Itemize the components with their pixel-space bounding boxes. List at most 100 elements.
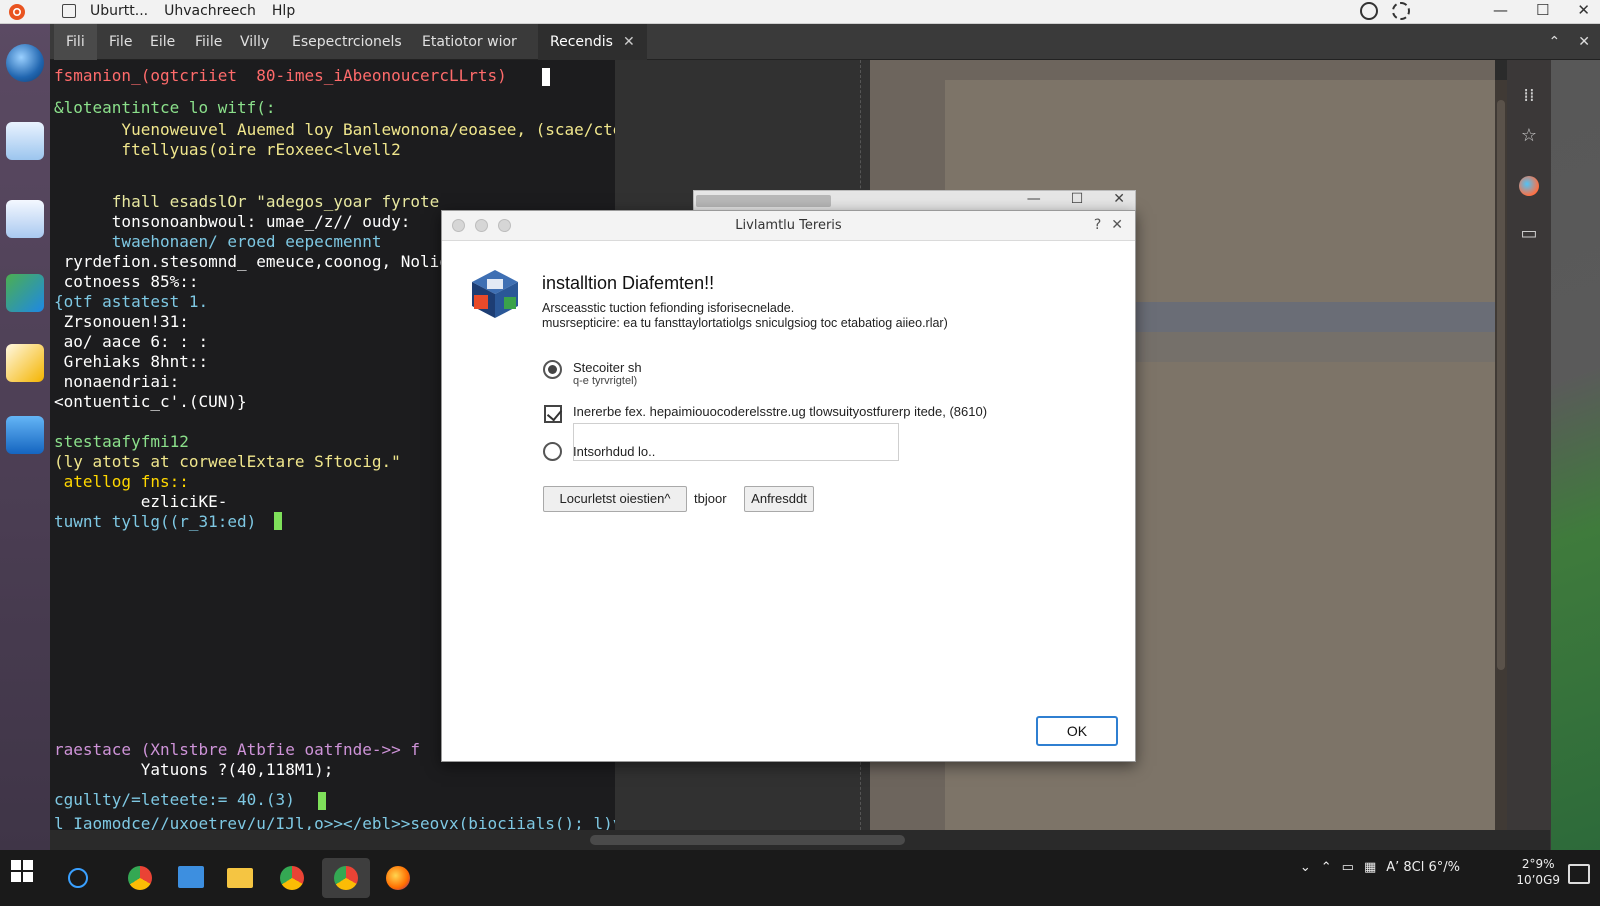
scroll-thumb[interactable] xyxy=(590,835,905,845)
tab-label: File xyxy=(109,34,133,50)
tab-eile[interactable]: Eile xyxy=(138,24,187,60)
taskbar-search-icon[interactable] xyxy=(58,858,98,898)
terminal-line: twaehonaen/ eroed eepecmennt xyxy=(54,232,382,251)
preview-scrollbar[interactable] xyxy=(1495,80,1507,830)
tab-label: Recendis xyxy=(550,34,613,50)
maximize-icon[interactable]: ☐ xyxy=(1536,1,1549,19)
terminal-line: cotnoess 85%:: xyxy=(54,272,199,291)
minimize-icon[interactable]: — xyxy=(1027,191,1041,207)
option2-checkbox[interactable] xyxy=(544,405,562,423)
ok-button[interactable]: OK xyxy=(1036,716,1118,746)
taskbar-chrome-icon[interactable] xyxy=(120,858,160,898)
terminal-line: tuwnt tyllg((r_31:ed) xyxy=(54,512,257,531)
terminal-cursor xyxy=(542,68,550,86)
minimize-icon[interactable]: — xyxy=(1493,1,1508,19)
taskbar-firefox-icon[interactable] xyxy=(378,858,418,898)
option1-label: Stecoiter sh xyxy=(573,360,642,375)
maximize-icon[interactable]: ☐ xyxy=(1071,191,1084,207)
progress-placeholder xyxy=(696,195,831,207)
launcher-store-icon[interactable] xyxy=(6,416,44,454)
tab-villy[interactable]: Villy xyxy=(228,24,281,60)
chevron-up-icon[interactable]: ⌃ xyxy=(1321,860,1332,875)
dialog-heading: installtion Diafemten!! xyxy=(542,273,715,293)
option3-radio[interactable] xyxy=(543,442,562,461)
desktop-edge xyxy=(1551,60,1600,850)
taskbar-chrome2-icon[interactable] xyxy=(272,858,312,898)
right-toolbar: ⁞⁞ ☆ ▭ xyxy=(1507,60,1551,850)
tab-etatiotor[interactable]: Etatiotor wior xyxy=(410,24,529,60)
dialog-title: Livlamtlu Tereris xyxy=(735,218,842,233)
terminal-cursor xyxy=(318,792,326,810)
option1-radio[interactable] xyxy=(543,360,562,379)
terminal-line: Zrsonouen!31: xyxy=(54,312,189,331)
taskbar-folder-icon[interactable] xyxy=(220,858,260,898)
chevron-down-icon[interactable]: ⌄ xyxy=(1300,860,1311,875)
terminal-line: Grehiaks 8hnt:: xyxy=(54,352,209,371)
terminal-line: {otf astatest 1. xyxy=(54,292,209,311)
sync-tray-icon[interactable] xyxy=(1392,2,1410,20)
star-icon[interactable]: ☆ xyxy=(1519,126,1539,146)
terminal-line: tonsonoanbwoul: umae_/z// oudy: xyxy=(54,212,411,231)
advanced-button[interactable]: Anfresddt xyxy=(744,486,814,512)
option3-label: Intsorhdud lo.. xyxy=(573,444,656,459)
launcher-sidebar xyxy=(0,24,50,850)
menu-item-help[interactable]: Hlp xyxy=(272,3,295,19)
display-icon[interactable]: ▭ xyxy=(1342,860,1354,875)
network-tray-icon[interactable] xyxy=(1360,2,1378,20)
menu-item-app[interactable]: Uburtt... xyxy=(90,3,148,19)
close-pane-icon[interactable]: ✕ xyxy=(1578,24,1590,60)
tab-esepectrcionels[interactable]: Esepectrcionels xyxy=(280,24,414,60)
help-icon[interactable]: ? xyxy=(1094,217,1101,233)
close-icon[interactable]: ✕ xyxy=(1577,1,1590,19)
scroll-thumb[interactable] xyxy=(1497,100,1505,670)
option2-label: Inererbe fex. hepaimiouocoderelsstre.ug … xyxy=(573,404,988,419)
clock-line1: 2°9% xyxy=(1521,857,1555,871)
clock-line2: 10’0G9 xyxy=(1516,873,1560,887)
locate-button[interactable]: Locurletst oiestien^ xyxy=(543,486,687,512)
tab-fili[interactable]: Fili xyxy=(54,24,97,60)
launcher-files-icon[interactable] xyxy=(6,122,44,160)
tab-bar: Fili File Eile Fiile Villy Esepectrcione… xyxy=(50,24,1600,60)
terminal-line: (ly atots at corweelExtare Sftocig." xyxy=(54,452,401,471)
tab-close-icon[interactable]: ✕ xyxy=(623,34,635,50)
tab-label: Esepectrcionels xyxy=(292,34,402,50)
launcher-editor-icon[interactable] xyxy=(6,274,44,312)
tab-label: Etatiotor wior xyxy=(422,34,517,50)
launcher-notes-icon[interactable] xyxy=(6,344,44,382)
dialog-titlebar: Livlamtlu Tereris ? ✕ xyxy=(442,211,1135,241)
launcher-browser-icon[interactable] xyxy=(6,44,44,82)
start-windows-icon[interactable] xyxy=(11,860,33,882)
terminal-line: raestace (Xnlstbre Atbfie oatfnde->> f xyxy=(54,740,421,759)
close-icon[interactable]: ✕ xyxy=(1111,217,1123,233)
taskbar-chrome3-icon[interactable] xyxy=(322,858,370,898)
ubuntu-logo-icon[interactable] xyxy=(8,3,26,21)
terminal-line: atellog fns:: xyxy=(54,472,189,491)
terminal-cursor xyxy=(274,512,282,530)
terminal-line: fhall esadslOr "adegos_yoar fyrote xyxy=(54,192,440,211)
close-icon[interactable]: ✕ xyxy=(1113,191,1125,207)
clock[interactable]: 2°9% 10’0G9 xyxy=(1516,856,1560,888)
package-cube-icon xyxy=(472,270,518,318)
taskbar-explorer-icon[interactable] xyxy=(170,858,210,898)
terminal-line: <ontuentic_c'.(CUN)} xyxy=(54,392,247,411)
chevron-up-icon[interactable]: ⌃ xyxy=(1549,24,1561,60)
terminal-line: ftellyuas(oire rEoxeec<lvell2 xyxy=(54,140,401,159)
terminal-line: cgullty/=leteete:= 40.(3) xyxy=(54,790,295,809)
middle-label: tbjoor xyxy=(694,491,727,506)
launcher-document-icon[interactable] xyxy=(6,200,44,238)
notification-icon[interactable] xyxy=(1568,864,1590,884)
taskbar: ⌄ ⌃ ▭ ▦ A’ 8Cl 6°/% 2°9% 10’0G9 xyxy=(0,850,1600,906)
horizontal-scrollbar[interactable] xyxy=(50,830,1550,850)
option1-sublabel: q-e tyrvrigtel) xyxy=(573,375,638,387)
tab-fiile[interactable]: Fiile xyxy=(183,24,234,60)
terminal-line: ezliciKE- xyxy=(54,492,228,511)
installation-dialog: Livlamtlu Tereris ? ✕ installtion Diafem… xyxy=(441,210,1136,762)
tray-status-text: A’ 8Cl 6°/% xyxy=(1386,860,1460,875)
network-icon[interactable]: ▦ xyxy=(1364,860,1376,875)
firefox-icon[interactable] xyxy=(1519,176,1539,196)
panel-icon[interactable]: ▭ xyxy=(1519,224,1539,244)
terminal-line: nonaendriai: xyxy=(54,372,180,391)
menu-item-unity[interactable]: Uhvachreech xyxy=(164,3,256,19)
tab-recendis[interactable]: Recendis ✕ xyxy=(538,24,647,60)
grid-icon[interactable]: ⁞⁞ xyxy=(1519,86,1539,106)
